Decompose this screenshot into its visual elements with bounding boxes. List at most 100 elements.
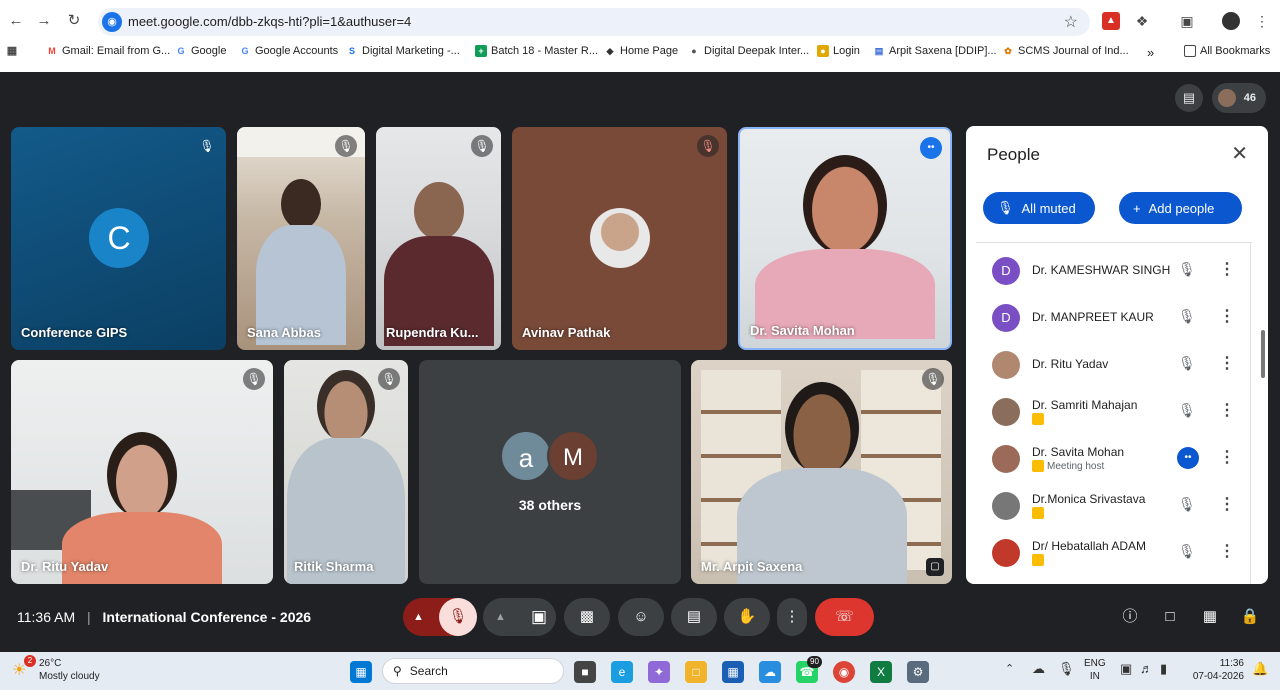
video-tile[interactable]: 🎙 Ritik Sharma bbox=[284, 360, 408, 584]
emoji-reactions-button[interactable]: ☺ bbox=[618, 598, 664, 636]
video-tile[interactable]: 🎙 Dr. Ritu Yadav bbox=[11, 360, 273, 584]
task-view-icon[interactable]: ■ bbox=[574, 661, 596, 683]
camera-icon[interactable]: ▣ bbox=[521, 598, 557, 636]
bookmark-item[interactable]: ✿ SCMS Journal of Ind... bbox=[1002, 45, 1128, 57]
add-people-button[interactable]: + Add people bbox=[1119, 192, 1242, 224]
chrome-icon[interactable]: ◉ bbox=[833, 661, 855, 683]
participant-name: Dr. Savita Mohan bbox=[1032, 445, 1125, 459]
mic-off-icon[interactable]: 🎙 bbox=[1178, 261, 1196, 278]
chevron-up-icon[interactable]: ▲ bbox=[495, 598, 506, 636]
bookmark-item[interactable]: ◆ Home Page bbox=[604, 45, 679, 57]
meeting-info-icon[interactable]: ⓘ bbox=[1115, 598, 1145, 636]
more-options-icon[interactable]: ⋮ bbox=[1219, 353, 1235, 373]
volume-icon[interactable]: ♬ bbox=[1140, 661, 1153, 676]
bookmark-item[interactable]: + Batch 18 - Master R... bbox=[475, 45, 598, 57]
tray-icon[interactable]: ☁ bbox=[1032, 661, 1045, 677]
puzzle-extensions-icon[interactable]: ❖ bbox=[1133, 12, 1151, 30]
bookmark-item[interactable]: G Google Accounts bbox=[239, 45, 338, 57]
bookmark-item[interactable]: ● Digital Deepak Inter... bbox=[688, 45, 809, 57]
excel-icon[interactable]: X bbox=[870, 661, 892, 683]
language-indicator[interactable]: ENG IN bbox=[1084, 657, 1106, 683]
bookmark-star-icon[interactable]: ☆ bbox=[1064, 12, 1078, 32]
mic-off-icon[interactable]: 🎙 bbox=[1178, 308, 1196, 325]
system-clock[interactable]: 11:36 07-04-2026 bbox=[1192, 657, 1244, 683]
activities-icon[interactable]: ▦ bbox=[1195, 598, 1225, 636]
more-bookmarks-icon[interactable]: » bbox=[1147, 45, 1154, 60]
bookmark-item[interactable]: ▤ Arpit Saxena [DDIP]... bbox=[873, 45, 997, 57]
mic-off-icon[interactable]: 🎙 bbox=[1178, 496, 1196, 513]
bookmark-item[interactable]: ● Login bbox=[817, 45, 860, 57]
host-controls-icon[interactable]: 🔒 bbox=[1235, 598, 1265, 636]
copilot-icon[interactable]: ✦ bbox=[648, 661, 670, 683]
all-bookmarks-item[interactable]: All Bookmarks bbox=[1184, 45, 1270, 57]
leave-call-button[interactable]: ☏ bbox=[815, 598, 874, 636]
participant-row[interactable]: Dr.Monica Srivastava 🎙 ⋮ bbox=[992, 488, 1242, 528]
video-tile[interactable]: C 🎙 Conference GIPS bbox=[11, 127, 226, 350]
more-options-icon[interactable]: ⋮ bbox=[1219, 447, 1235, 467]
weather-app-icon[interactable]: ☁ bbox=[759, 661, 781, 683]
microphone-icon[interactable]: 🎙 bbox=[1058, 661, 1075, 677]
video-tile[interactable]: 🎙 ▢ Mr. Arpit Saxena bbox=[691, 360, 952, 584]
file-explorer-icon[interactable]: □ bbox=[685, 661, 707, 683]
more-options-icon[interactable]: ⋮ bbox=[1219, 306, 1235, 326]
raise-hand-button[interactable]: ✋ bbox=[724, 598, 770, 636]
bookmark-item[interactable]: G Google bbox=[175, 45, 226, 57]
close-icon[interactable]: ✕ bbox=[1231, 141, 1248, 166]
mic-off-icon[interactable]: 🎙 bbox=[1178, 402, 1196, 419]
video-tile-active-speaker[interactable]: •• Dr. Savita Mohan bbox=[738, 127, 952, 350]
apps-grid-icon[interactable]: ▦ bbox=[6, 45, 18, 57]
battery-icon[interactable]: ▮ bbox=[1160, 661, 1167, 677]
present-screen-button[interactable]: ▩ bbox=[564, 598, 610, 636]
mic-off-icon[interactable]: 🎙 bbox=[1178, 543, 1196, 560]
omnibox[interactable]: ◉ meet.google.com/dbb-zkqs-hti?pli=1&aut… bbox=[98, 8, 1090, 36]
url-text[interactable]: meet.google.com/dbb-zkqs-hti?pli=1&authu… bbox=[128, 14, 411, 29]
menu-kebab-icon[interactable]: ⋮ bbox=[1253, 12, 1271, 30]
participant-row[interactable]: Dr. Savita Mohan Meeting host •• ⋮ bbox=[992, 441, 1242, 481]
forward-icon[interactable]: → bbox=[34, 11, 54, 31]
weather-widget[interactable]: ☀ 2 bbox=[12, 655, 36, 680]
chevron-up-icon[interactable]: ▲ bbox=[413, 598, 424, 636]
others-tile[interactable]: a M 38 others bbox=[419, 360, 681, 584]
mic-off-button[interactable]: 🎙 bbox=[439, 598, 477, 636]
more-options-icon[interactable]: ⋮ bbox=[1219, 259, 1235, 279]
avatar bbox=[992, 445, 1020, 473]
site-info-icon[interactable]: ◉ bbox=[102, 12, 122, 32]
mic-off-icon[interactable]: 🎙 bbox=[1178, 355, 1196, 372]
panel-scrollbar[interactable] bbox=[1261, 330, 1265, 378]
more-options-icon[interactable]: ⋮ bbox=[1219, 494, 1235, 514]
more-options-icon[interactable]: ⋮ bbox=[1219, 541, 1235, 561]
network-icon[interactable]: ▣ bbox=[1120, 661, 1132, 677]
reload-icon[interactable]: ↻ bbox=[64, 11, 84, 31]
edge-icon[interactable]: e bbox=[611, 661, 633, 683]
bookmark-item[interactable]: M Gmail: Email from G... bbox=[46, 45, 170, 57]
extension-icon[interactable]: ▲ bbox=[1102, 12, 1120, 30]
video-tile[interactable]: 🎙 Sana Abbas bbox=[237, 127, 365, 350]
participants-count-button[interactable]: 46 bbox=[1212, 83, 1266, 113]
video-tile[interactable]: 🎙 Avinav Pathak bbox=[512, 127, 727, 350]
participant-row[interactable]: Dr/ Hebatallah ADAM 🎙 ⋮ bbox=[992, 535, 1242, 575]
cast-icon[interactable]: ▣ bbox=[1178, 12, 1196, 30]
chevron-up-icon[interactable]: ⌃ bbox=[1005, 662, 1014, 675]
participant-row[interactable]: D Dr. MANPREET KAUR 🎙 ⋮ bbox=[992, 300, 1242, 340]
participant-row[interactable]: Dr. Ritu Yadav 🎙 ⋮ bbox=[992, 347, 1242, 387]
weather-text[interactable]: 26°C Mostly cloudy bbox=[39, 657, 100, 683]
pin-icon[interactable]: ▢ bbox=[926, 558, 944, 576]
taskbar-search-box[interactable]: ⚲ Search bbox=[382, 658, 564, 684]
windows-start-icon[interactable]: ▦ bbox=[350, 661, 372, 683]
bookmark-item[interactable]: S Digital Marketing -... bbox=[346, 45, 460, 57]
all-muted-button[interactable]: 🎙 All muted bbox=[983, 192, 1095, 224]
participant-row[interactable]: Dr. Samriti Mahajan 🎙 ⋮ bbox=[992, 394, 1242, 434]
more-options-icon[interactable]: ⋮ bbox=[1219, 400, 1235, 420]
captions-button[interactable]: ▤ bbox=[671, 598, 717, 636]
more-options-button[interactable]: ⋮ bbox=[777, 598, 807, 636]
participant-row[interactable]: D Dr. KAMESHWAR SINGH 🎙 ⋮ bbox=[992, 253, 1242, 293]
chat-icon[interactable]: □ bbox=[1155, 598, 1185, 636]
camera-off-indicator-icon[interactable]: ▤ bbox=[1175, 84, 1203, 112]
settings-icon[interactable]: ⚙ bbox=[907, 661, 929, 683]
store-icon[interactable]: ▦ bbox=[722, 661, 744, 683]
notifications-icon[interactable]: 🔔 bbox=[1252, 661, 1268, 677]
profile-avatar-icon[interactable] bbox=[1222, 12, 1240, 30]
participant-name: Dr. Samriti Mahajan bbox=[1032, 398, 1138, 412]
video-tile[interactable]: 🎙 Rupendra Ku... bbox=[376, 127, 501, 350]
back-icon[interactable]: ← bbox=[6, 11, 26, 31]
